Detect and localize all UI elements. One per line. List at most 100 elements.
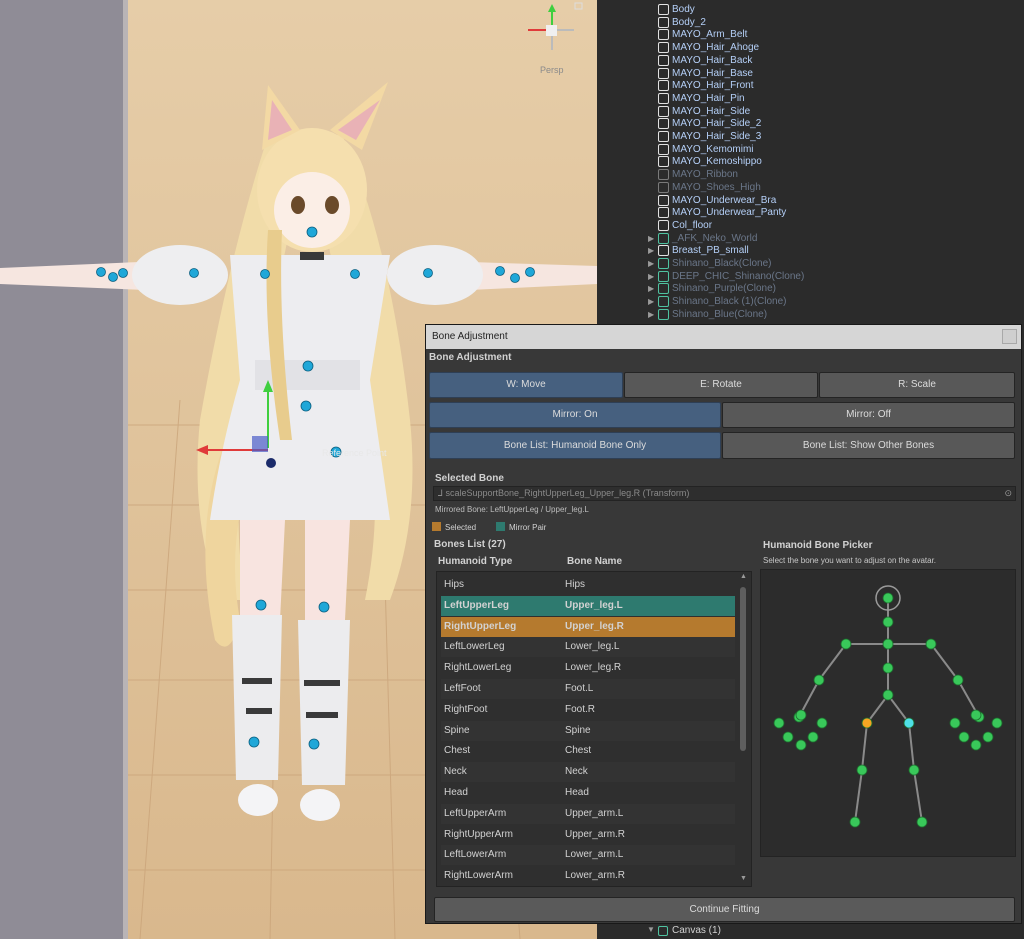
hierarchy-item[interactable]: MAYO_Hair_Side_3 bbox=[597, 130, 1024, 143]
window-close-button[interactable] bbox=[1002, 329, 1017, 344]
rotate-tool-button[interactable]: E: Rotate bbox=[624, 372, 818, 398]
hierarchy-item[interactable]: MAYO_Ribbon bbox=[597, 168, 1024, 181]
hierarchy-bottom-row[interactable]: ▼ Canvas (1) bbox=[597, 924, 1024, 939]
bone-row[interactable]: LeftLowerArm Lower_arm.L bbox=[441, 845, 735, 866]
bone-row[interactable]: RightLowerArm Lower_arm.R bbox=[441, 866, 735, 886]
bone-row[interactable]: Spine Spine bbox=[441, 720, 735, 741]
mirror-off-button[interactable]: Mirror: Off bbox=[722, 402, 1015, 428]
hierarchy-item[interactable]: ▶ Shinano_Blue(Clone) bbox=[597, 308, 1024, 321]
persp-label[interactable]: Persp bbox=[540, 65, 564, 75]
bone-row[interactable]: LeftUpperArm Upper_arm.L bbox=[441, 803, 735, 824]
bone-node-rsh[interactable] bbox=[925, 638, 937, 650]
continue-fitting-button[interactable]: Continue Fitting bbox=[434, 897, 1015, 922]
humanoid-only-button[interactable]: Bone List: Humanoid Bone Only bbox=[429, 432, 721, 459]
bone-node-lul[interactable] bbox=[861, 717, 873, 729]
bone-node-lh1[interactable] bbox=[773, 717, 785, 729]
mirror-on-button[interactable]: Mirror: On bbox=[429, 402, 721, 428]
bone-node-lh3[interactable] bbox=[816, 717, 828, 729]
humanoid-bone-picker[interactable] bbox=[760, 569, 1016, 857]
bone-row[interactable]: LeftLowerLeg Lower_leg.L bbox=[441, 637, 735, 658]
hierarchy-item[interactable]: Body_2 bbox=[597, 16, 1024, 29]
show-other-bones-button[interactable]: Bone List: Show Other Bones bbox=[722, 432, 1015, 459]
hierarchy-item[interactable]: MAYO_Shoes_High bbox=[597, 181, 1024, 194]
bone-row[interactable]: Chest Chest bbox=[441, 741, 735, 761]
bone-row[interactable]: RightLowerLeg Lower_leg.R bbox=[441, 658, 735, 678]
bone-row[interactable]: RightUpperLeg Upper_leg.R bbox=[441, 616, 735, 637]
hierarchy-item[interactable]: MAYO_Hair_Side_2 bbox=[597, 117, 1024, 130]
bone-node-lll[interactable] bbox=[856, 764, 868, 776]
bone-type: RightLowerLeg bbox=[444, 662, 512, 674]
hierarchy-item[interactable]: MAYO_Underwear_Bra bbox=[597, 194, 1024, 207]
bone-node-lh2[interactable] bbox=[795, 709, 807, 721]
bone-row[interactable]: LeftUpperLeg Upper_leg.L bbox=[441, 595, 735, 616]
bone-node-rh5[interactable] bbox=[970, 739, 982, 751]
bone-node-rul[interactable] bbox=[903, 717, 915, 729]
expand-arrow-icon[interactable]: ▶ bbox=[648, 244, 658, 257]
bone-row[interactable]: LeftFoot Foot.L bbox=[441, 679, 735, 699]
bone-node-rll[interactable] bbox=[908, 764, 920, 776]
gameobject-icon bbox=[658, 926, 668, 936]
bone-node-rh2[interactable] bbox=[970, 709, 982, 721]
move-tool-button[interactable]: W: Move bbox=[429, 372, 623, 398]
hierarchy-item[interactable]: ▶ Breast_PB_small bbox=[597, 244, 1024, 257]
expand-arrow-icon[interactable]: ▶ bbox=[648, 295, 658, 308]
hierarchy-item[interactable]: MAYO_Hair_Pin bbox=[597, 92, 1024, 105]
hierarchy-item[interactable]: Body bbox=[597, 3, 1024, 16]
hierarchy-item[interactable]: ▶ Shinano_Purple(Clone) bbox=[597, 282, 1024, 295]
hierarchy-item[interactable]: ▶ Shinano_Black(Clone) bbox=[597, 257, 1024, 270]
bone-node-lel[interactable] bbox=[813, 674, 825, 686]
expand-arrow-icon[interactable]: ▶ bbox=[648, 270, 658, 283]
bone-node-rh3[interactable] bbox=[991, 717, 1003, 729]
hierarchy-item[interactable]: ▶ DEEP_CHIC_Shinano(Clone) bbox=[597, 270, 1024, 283]
hierarchy-item[interactable]: MAYO_Underwear_Panty bbox=[597, 206, 1024, 219]
scale-tool-button[interactable]: R: Scale bbox=[819, 372, 1015, 398]
canvas-item-label[interactable]: Canvas (1) bbox=[672, 925, 721, 936]
skeleton-diagram[interactable] bbox=[761, 570, 1017, 858]
expand-arrow-icon[interactable]: ▶ bbox=[648, 308, 658, 321]
bone-row[interactable]: RightFoot Foot.R bbox=[441, 700, 735, 720]
expand-arrow-icon[interactable]: ▶ bbox=[648, 282, 658, 295]
expand-arrow-icon[interactable]: ▼ bbox=[647, 925, 655, 934]
bone-node-spine[interactable] bbox=[882, 662, 894, 674]
hierarchy-item[interactable]: MAYO_Hair_Front bbox=[597, 79, 1024, 92]
hierarchy-item[interactable]: MAYO_Hair_Ahoge bbox=[597, 41, 1024, 54]
bone-name: Hips bbox=[565, 579, 586, 590]
hierarchy-item[interactable]: MAYO_Hair_Side bbox=[597, 105, 1024, 118]
expand-arrow-icon[interactable]: ▶ bbox=[648, 257, 658, 270]
bone-row[interactable]: RightUpperArm Upper_arm.R bbox=[441, 825, 735, 845]
scroll-up-icon[interactable]: ▲ bbox=[738, 573, 749, 582]
bone-node-lsh[interactable] bbox=[840, 638, 852, 650]
bone-node-rh4[interactable] bbox=[958, 731, 970, 743]
hierarchy-item[interactable]: MAYO_Arm_Belt bbox=[597, 28, 1024, 41]
bone-node-rel[interactable] bbox=[952, 674, 964, 686]
hierarchy-item[interactable]: ▶ _AFK_Neko_World bbox=[597, 232, 1024, 245]
hierarchy-item[interactable]: MAYO_Kemoshippo bbox=[597, 155, 1024, 168]
bone-node-lh4[interactable] bbox=[782, 731, 794, 743]
bones-list-scrollbar[interactable]: ▲ ▼ bbox=[738, 573, 749, 886]
hierarchy-item[interactable]: MAYO_Hair_Back bbox=[597, 54, 1024, 67]
hierarchy-item[interactable]: MAYO_Kemomimi bbox=[597, 143, 1024, 156]
selected-bone-field[interactable]: ⅃ scaleSupportBone_RightUpperLeg_Upper_l… bbox=[433, 486, 1016, 501]
bone-row[interactable]: Head Head bbox=[441, 783, 735, 803]
hierarchy-item[interactable]: ▶ Shinano_Black (1)(Clone) bbox=[597, 295, 1024, 308]
bone-node-lh6[interactable] bbox=[807, 731, 819, 743]
bone-node-chest[interactable] bbox=[882, 638, 894, 650]
scrollbar-thumb[interactable] bbox=[740, 587, 746, 751]
bone-node-lft[interactable] bbox=[849, 816, 861, 828]
bone-node-rh6[interactable] bbox=[982, 731, 994, 743]
scroll-down-icon[interactable]: ▼ bbox=[738, 875, 749, 884]
bone-node-head[interactable] bbox=[882, 592, 894, 604]
bones-list[interactable]: Hips Hips LeftUpperLeg Upper_leg.L RightUppe… bbox=[436, 571, 752, 887]
bone-row[interactable]: Hips Hips bbox=[441, 575, 735, 595]
bone-node-neck[interactable] bbox=[882, 616, 894, 628]
bone-row[interactable]: Neck Neck bbox=[441, 762, 735, 783]
bone-node-rh1[interactable] bbox=[949, 717, 961, 729]
hierarchy-item[interactable]: Col_floor bbox=[597, 219, 1024, 232]
window-title[interactable]: Bone Adjustment bbox=[426, 325, 1021, 349]
expand-arrow-icon[interactable]: ▶ bbox=[648, 232, 658, 245]
bone-node-hips[interactable] bbox=[882, 689, 894, 701]
hierarchy-item[interactable]: MAYO_Hair_Base bbox=[597, 67, 1024, 80]
bone-node-lh5[interactable] bbox=[795, 739, 807, 751]
bone-node-rft[interactable] bbox=[916, 816, 928, 828]
object-picker-icon[interactable]: ⊙ bbox=[1004, 487, 1012, 500]
